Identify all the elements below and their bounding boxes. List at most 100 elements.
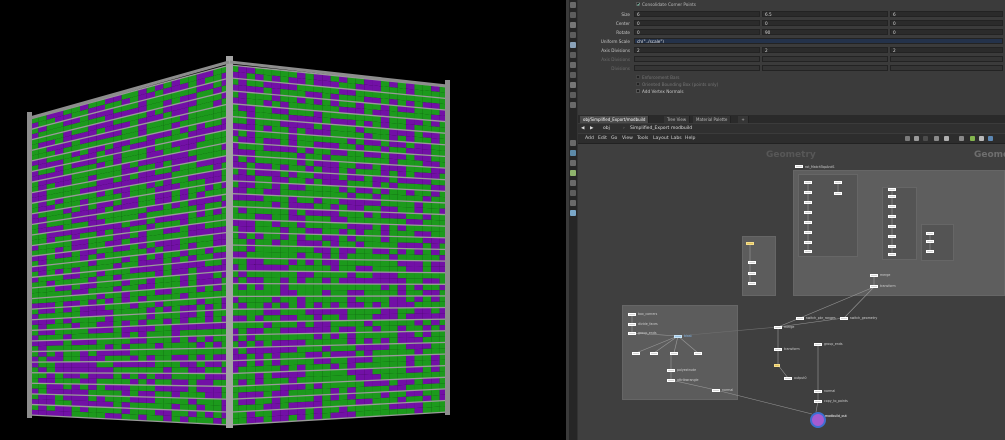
axis-div-y-field[interactable]: 2 xyxy=(762,47,888,53)
null-yellow[interactable] xyxy=(774,364,780,367)
box3-node-0[interactable] xyxy=(926,232,934,235)
box1-node-6[interactable] xyxy=(804,241,812,244)
crumb-modbuild[interactable]: modbuild xyxy=(668,125,695,132)
rotate-icon[interactable] xyxy=(570,160,576,166)
switch-pbr-node[interactable] xyxy=(796,317,804,320)
copy-row-node-1[interactable] xyxy=(650,352,658,355)
menu-edit[interactable]: Edit xyxy=(598,135,607,142)
box1-node-7[interactable] xyxy=(804,250,812,253)
select-icon[interactable] xyxy=(570,140,576,146)
box2-node-5[interactable] xyxy=(888,245,896,248)
crumb-obj[interactable]: obj xyxy=(600,125,613,132)
pin-icon[interactable] xyxy=(570,12,576,18)
tab-tree-view[interactable]: Tree View xyxy=(664,116,691,123)
consolidate-checkbox[interactable] xyxy=(636,2,640,7)
attribwrangle-node[interactable] xyxy=(667,379,675,382)
snap-icon[interactable] xyxy=(570,22,576,28)
palette-icon[interactable] xyxy=(923,136,928,141)
light-icon[interactable] xyxy=(570,52,576,58)
normal-node[interactable] xyxy=(814,390,822,393)
viewport-3d[interactable] xyxy=(0,0,566,440)
transform-node[interactable] xyxy=(774,348,782,351)
camera-icon[interactable] xyxy=(570,62,576,68)
menu-view[interactable]: View xyxy=(622,135,633,142)
uniform-scale-field[interactable]: ch("../scale") xyxy=(634,38,1003,44)
copy-row-node-0[interactable] xyxy=(632,352,640,355)
rotate-z-field[interactable]: 0 xyxy=(890,29,1003,35)
merge-upper[interactable] xyxy=(870,274,878,277)
lock-icon[interactable] xyxy=(570,2,576,8)
layout-icon[interactable] xyxy=(959,136,964,141)
display-icon[interactable] xyxy=(570,72,576,78)
enforcement-bars-checkbox[interactable] xyxy=(636,75,640,79)
box2-node-6[interactable] xyxy=(888,253,896,256)
transform-upper[interactable] xyxy=(870,285,878,288)
view-icon[interactable] xyxy=(570,42,576,48)
box1-node-2[interactable] xyxy=(804,201,812,204)
box1-node-4[interactable] xyxy=(804,221,812,224)
brush-icon[interactable] xyxy=(570,200,576,206)
tab-material-palette[interactable]: Material Palette xyxy=(693,116,732,123)
box3-node-2[interactable] xyxy=(926,250,934,253)
rotate-x-field[interactable]: 0 xyxy=(634,29,760,35)
center-z-field[interactable]: 0 xyxy=(890,20,1003,26)
copy-row-node-2[interactable] xyxy=(670,352,678,355)
info-icon[interactable] xyxy=(970,136,975,141)
size-y-field[interactable]: 6.5 xyxy=(762,11,888,17)
box1-node-5[interactable] xyxy=(804,231,812,234)
box2-node-3[interactable] xyxy=(888,225,896,228)
polyextrude-node[interactable] xyxy=(667,369,675,372)
network-editor[interactable]: Geometry Geome rot_MatchTopAndS mergetra… xyxy=(578,144,1005,440)
add-tab-icon[interactable]: + xyxy=(738,116,749,123)
divide-faces-node[interactable] xyxy=(628,323,636,326)
output0-node[interactable] xyxy=(784,377,792,380)
box3-node-1[interactable] xyxy=(926,240,934,243)
center-x-field[interactable]: 0 xyxy=(634,20,760,26)
flag-icon[interactable] xyxy=(979,136,984,141)
menu-add[interactable]: Add xyxy=(585,135,594,142)
render-icon[interactable] xyxy=(570,210,576,216)
menu-labs[interactable]: Labs xyxy=(671,135,682,142)
box1-node-3[interactable] xyxy=(804,211,812,214)
box1-node-a[interactable] xyxy=(834,181,842,184)
box-corners-node[interactable] xyxy=(628,313,636,316)
box1-node-b[interactable] xyxy=(834,192,842,195)
wrench-icon[interactable] xyxy=(905,136,910,141)
scale-icon[interactable] xyxy=(570,170,576,176)
switch-geo-node[interactable] xyxy=(840,317,848,320)
grid-view-icon[interactable] xyxy=(934,136,939,141)
help-icon[interactable] xyxy=(988,136,993,141)
rotate-y-field[interactable]: 90 xyxy=(762,29,888,35)
box2-node-0[interactable] xyxy=(888,195,896,198)
pose-icon[interactable] xyxy=(570,190,576,196)
menu-layout[interactable]: Layout xyxy=(653,135,669,142)
box2-node-1[interactable] xyxy=(888,205,896,208)
tab-network[interactable]: obj/Simplified_Export/modbuild xyxy=(580,116,650,123)
blast-node[interactable] xyxy=(674,335,682,338)
background-icon[interactable] xyxy=(570,102,576,108)
size-z-field[interactable]: 6 xyxy=(890,11,1003,17)
magnet-icon[interactable] xyxy=(914,136,919,141)
menu-go[interactable]: Go xyxy=(611,135,617,142)
menu-help[interactable]: Help xyxy=(685,135,695,142)
wire-icon[interactable] xyxy=(570,82,576,88)
box2-node-4[interactable] xyxy=(888,235,896,238)
box1-node-0[interactable] xyxy=(804,181,812,184)
menu-tools[interactable]: Tools xyxy=(637,135,648,142)
move-icon[interactable] xyxy=(570,150,576,156)
box-left-yellow[interactable] xyxy=(746,242,754,245)
output-node[interactable] xyxy=(810,412,826,428)
group-node[interactable] xyxy=(814,343,822,346)
box2-node-top[interactable] xyxy=(888,188,896,191)
axis-div-z-field[interactable]: 2 xyxy=(890,47,1003,53)
box-left-node-1[interactable] xyxy=(748,272,756,275)
handle-icon[interactable] xyxy=(570,180,576,186)
vertex-normals-checkbox[interactable] xyxy=(636,89,640,93)
oriented-bbox-checkbox[interactable] xyxy=(636,82,640,86)
merge-node[interactable] xyxy=(774,326,782,329)
list-view-icon[interactable] xyxy=(944,136,949,141)
normal-bottom-node[interactable] xyxy=(712,389,720,392)
forward-icon[interactable]: ▶ xyxy=(587,125,596,132)
box1-node-1[interactable] xyxy=(804,191,812,194)
center-y-field[interactable]: 0 xyxy=(762,20,888,26)
